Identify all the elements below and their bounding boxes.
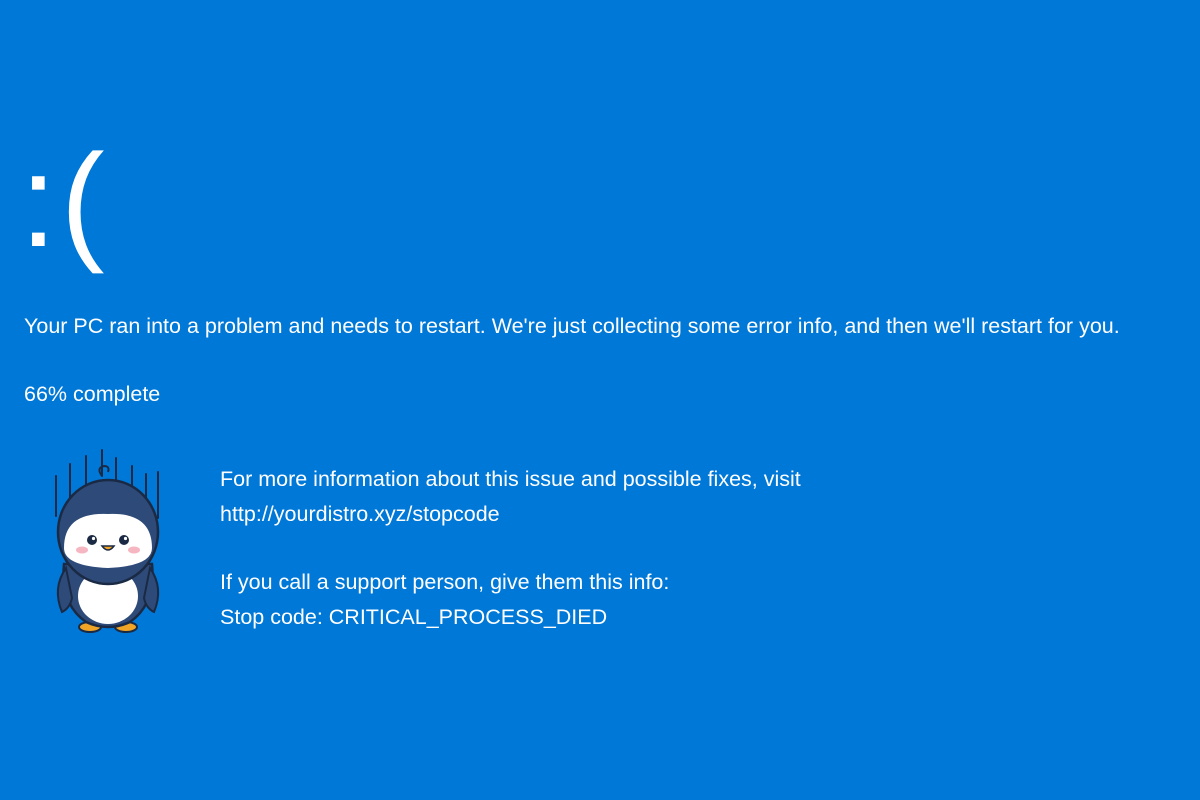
support-text: If you call a support person, give them …	[220, 570, 670, 594]
sad-face-emoticon: :(	[20, 127, 109, 274]
stopcode-url: http://yourdistro.xyz/stopcode	[220, 501, 500, 526]
info-block: For more information about this issue an…	[220, 462, 801, 634]
bsod-screen: :( Your PC ran into a problem and needs …	[0, 0, 1200, 800]
error-message: Your PC ran into a problem and needs to …	[24, 314, 1120, 338]
more-info-text: For more information about this issue an…	[220, 467, 801, 491]
stop-code: Stop code: CRITICAL_PROCESS_DIED	[220, 604, 608, 629]
progress-status: 66% complete	[24, 382, 161, 406]
sad-penguin-icon	[55, 449, 160, 633]
